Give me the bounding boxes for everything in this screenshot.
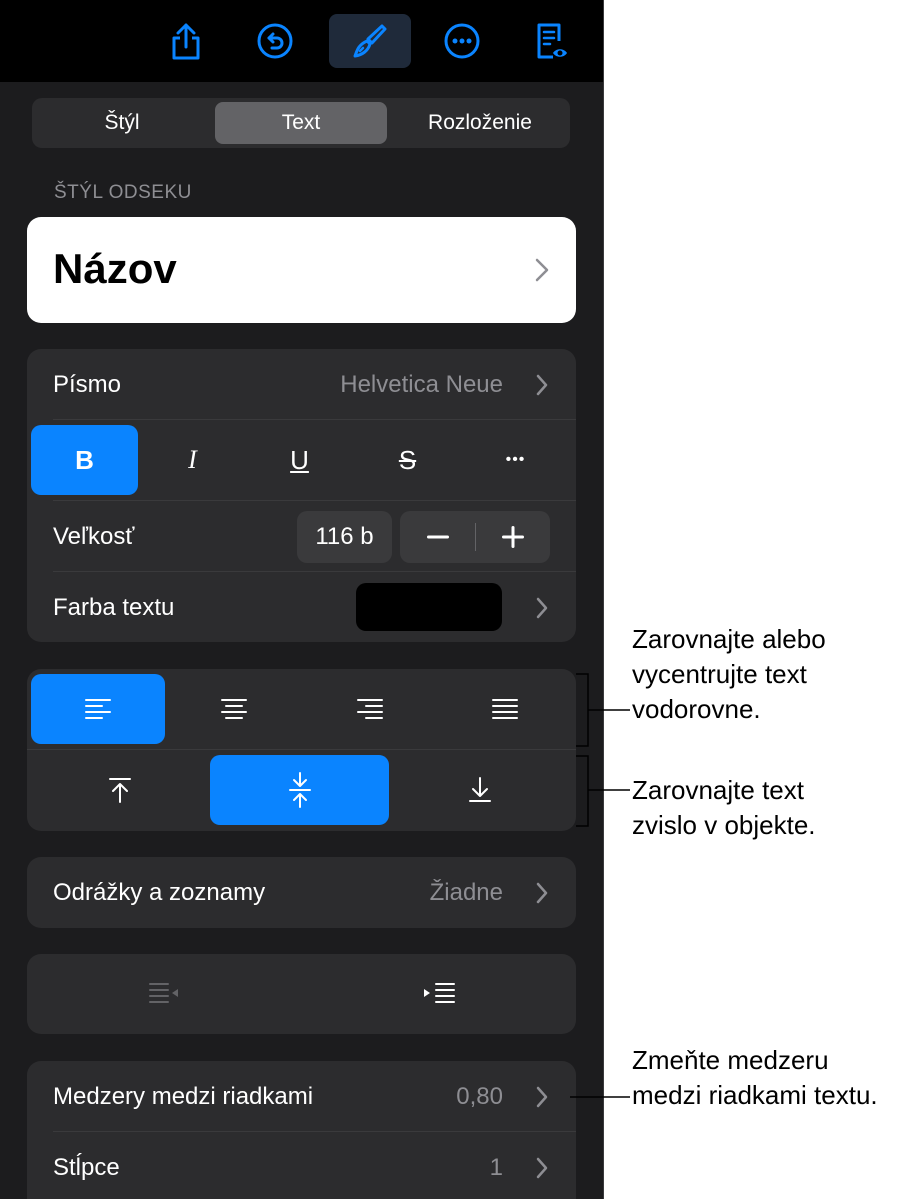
align-left-icon bbox=[85, 699, 111, 719]
divider bbox=[53, 419, 576, 420]
callout-line: Zarovnajte alebo bbox=[632, 624, 826, 654]
increase-indent-icon bbox=[424, 983, 455, 1003]
plus-icon bbox=[502, 526, 524, 548]
divider bbox=[53, 571, 576, 572]
align-top-button[interactable] bbox=[31, 755, 209, 825]
align-bottom-button[interactable] bbox=[391, 755, 569, 825]
share-icon bbox=[172, 23, 200, 60]
chevron-right-icon bbox=[536, 882, 548, 904]
reading-view-button[interactable] bbox=[510, 14, 592, 68]
chevron-right-icon bbox=[536, 597, 548, 619]
size-label: Veľkosť bbox=[53, 523, 135, 550]
callout-vertical-alignment: Zarovnajte text zvislo v objekte. bbox=[632, 773, 816, 843]
more-button[interactable] bbox=[421, 14, 503, 68]
increase-size-button[interactable] bbox=[476, 511, 550, 563]
decrease-indent-icon bbox=[149, 983, 178, 1003]
tab-text[interactable]: Text bbox=[215, 102, 387, 144]
undo-icon bbox=[257, 23, 293, 59]
line-spacing-row[interactable]: Medzery medzi riadkami 0,80 bbox=[27, 1061, 576, 1131]
tab-bar: Štýl Text Rozloženie bbox=[32, 98, 570, 148]
font-value: Helvetica Neue bbox=[340, 371, 503, 398]
paragraph-style-header: ŠTÝL ODSEKU bbox=[54, 182, 192, 203]
reading-view-icon bbox=[537, 23, 567, 59]
paragraph-style-value: Názov bbox=[53, 245, 177, 292]
spacing-group: Medzery medzi riadkami 0,80 Stĺpce 1 bbox=[27, 1061, 576, 1199]
strikethrough-button[interactable]: S bbox=[354, 425, 461, 495]
increase-indent-button[interactable] bbox=[302, 954, 576, 1034]
align-justify-icon bbox=[492, 699, 518, 719]
line-spacing-value: 0,80 bbox=[456, 1083, 503, 1110]
align-middle-icon bbox=[288, 772, 311, 808]
decrease-size-button[interactable] bbox=[400, 511, 475, 563]
align-center-icon bbox=[221, 699, 247, 719]
size-field[interactable]: 116 b bbox=[297, 511, 392, 563]
align-left-button[interactable] bbox=[31, 674, 165, 744]
callout-line: zvislo v objekte. bbox=[632, 810, 816, 840]
italic-button[interactable]: I bbox=[139, 425, 246, 495]
text-color-swatch[interactable] bbox=[356, 583, 502, 631]
format-button[interactable] bbox=[329, 14, 411, 68]
callout-line: medzi riadkami textu. bbox=[632, 1080, 878, 1110]
columns-row[interactable]: Stĺpce 1 bbox=[27, 1132, 576, 1199]
bullets-value: Žiadne bbox=[429, 879, 503, 906]
size-stepper bbox=[400, 511, 550, 563]
callout-line: Zarovnajte text bbox=[632, 775, 804, 805]
share-button[interactable] bbox=[145, 14, 227, 68]
tab-style[interactable]: Štýl bbox=[36, 102, 208, 144]
align-bottom-icon bbox=[469, 777, 491, 802]
paintbrush-icon bbox=[353, 24, 387, 58]
chevron-right-icon bbox=[536, 1157, 548, 1179]
align-justify-button[interactable] bbox=[438, 674, 572, 744]
font-label: Písmo bbox=[53, 371, 122, 398]
divider bbox=[53, 500, 576, 501]
callout-line: Zmeňte medzeru bbox=[632, 1045, 829, 1075]
callout-line: vodorovne. bbox=[632, 694, 761, 724]
chevron-right-icon bbox=[536, 1086, 548, 1108]
align-right-button[interactable] bbox=[303, 674, 437, 744]
callout-line-spacing: Zmeňte medzeru medzi riadkami textu. bbox=[632, 1043, 878, 1113]
chevron-right-icon bbox=[536, 374, 548, 396]
alignment-group bbox=[27, 669, 576, 831]
line-spacing-label: Medzery medzi riadkami bbox=[53, 1083, 314, 1110]
chevron-right-icon bbox=[535, 258, 549, 282]
font-row[interactable]: Písmo Helvetica Neue bbox=[27, 349, 576, 419]
bullets-label: Odrážky a zoznamy bbox=[53, 879, 266, 906]
paragraph-style-selector[interactable]: Názov bbox=[27, 217, 576, 323]
more-icon bbox=[444, 23, 480, 59]
align-middle-button[interactable] bbox=[210, 755, 389, 825]
align-right-icon bbox=[357, 699, 383, 719]
toolbar bbox=[0, 0, 603, 82]
divider bbox=[27, 749, 576, 750]
text-color-label: Farba textu bbox=[53, 594, 175, 621]
bold-button[interactable]: B bbox=[31, 425, 138, 495]
bullets-row[interactable]: Odrážky a zoznamy Žiadne bbox=[27, 857, 576, 928]
minus-icon bbox=[426, 535, 449, 539]
underline-button[interactable]: U bbox=[246, 425, 353, 495]
columns-value: 1 bbox=[489, 1154, 503, 1181]
align-top-icon bbox=[109, 778, 131, 803]
align-center-button[interactable] bbox=[167, 674, 301, 744]
format-panel: Štýl Text Rozloženie ŠTÝL ODSEKU Názov P… bbox=[0, 0, 604, 1199]
decrease-indent-button[interactable] bbox=[27, 954, 301, 1034]
indent-group bbox=[27, 954, 576, 1034]
callout-line: vycentrujte text bbox=[632, 659, 807, 689]
tab-layout[interactable]: Rozloženie bbox=[394, 102, 566, 144]
more-styles-button[interactable]: ••• bbox=[462, 425, 569, 495]
columns-label: Stĺpce bbox=[53, 1154, 120, 1181]
undo-button[interactable] bbox=[234, 14, 316, 68]
callout-lines bbox=[570, 673, 630, 1098]
font-group: Písmo Helvetica Neue B I U S ••• Veľkosť… bbox=[27, 349, 576, 642]
callout-horizontal-alignment: Zarovnajte alebo vycentrujte text vodoro… bbox=[632, 622, 826, 727]
